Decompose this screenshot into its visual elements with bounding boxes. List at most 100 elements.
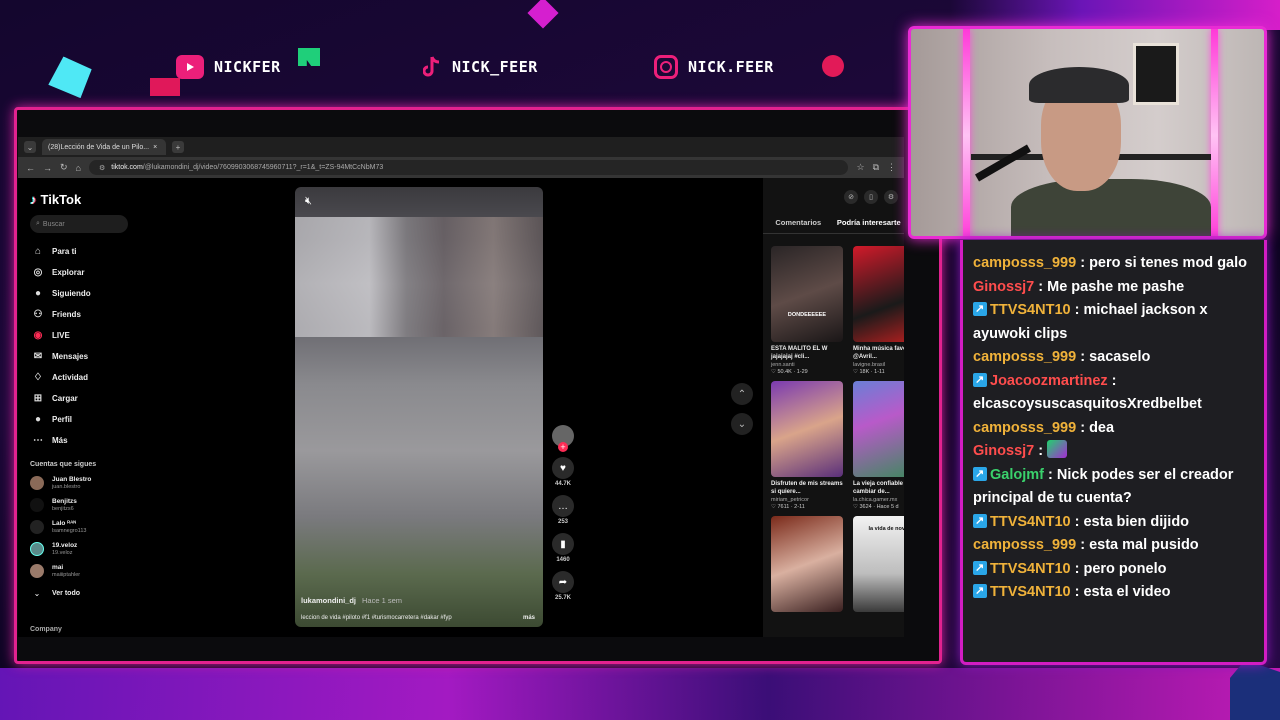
tab-podria-interesarte[interactable]: Podría interesarte — [834, 218, 905, 233]
settings-icon[interactable]: ⚙ — [884, 190, 898, 204]
suggested-video-card[interactable]: La vieja confiable jajaja cambiar de... l… — [853, 381, 904, 510]
menu-item-siguiendo[interactable]: ● Siguiendo — [30, 283, 138, 304]
menu-item-live[interactable]: ◉ LIVE — [30, 325, 138, 346]
bookmark-action[interactable]: ▮ 1460 — [548, 533, 578, 563]
new-tab-button[interactable]: + — [172, 141, 184, 153]
menu-item-actividad[interactable]: ♢ Actividad — [30, 367, 138, 388]
following-account[interactable]: 19.veloz 19.veloz — [30, 538, 138, 560]
chat-message: camposss_999 : dea — [973, 419, 1115, 436]
star-icon[interactable]: ☆ — [856, 162, 864, 173]
social-handle: NICK_FEER — [452, 58, 538, 76]
video-more-link[interactable]: más — [523, 615, 535, 621]
menu-item-cargar[interactable]: ⊞ Cargar — [30, 388, 138, 409]
mute-icon[interactable]: 🔇︎ — [305, 195, 312, 208]
chat-username[interactable]: Joacoozmartinez — [990, 373, 1108, 389]
social-handle: NICKFER — [214, 58, 281, 76]
following-account[interactable]: mai maiiiptahler — [30, 560, 138, 582]
tab-bar: ⌄ (28)Lección de Vida de un Pilo... × + — [18, 137, 904, 157]
chat-message: camposss_999 : esta mal pusido — [973, 537, 1199, 553]
menu-item-para-ti[interactable]: ⌂ Para ti — [30, 241, 138, 262]
menu-item-explorar[interactable]: ◎ Explorar — [30, 262, 138, 283]
card-author: jenn.santi — [771, 362, 795, 368]
tiktok-logo[interactable]: ♪ TikTok — [30, 192, 138, 207]
like-action[interactable]: ♥ 44.7K — [548, 457, 578, 487]
suggested-video-card[interactable]: Disfruten de mis streams si quiere... mir… — [771, 381, 843, 510]
forward-icon[interactable]: → — [43, 163, 52, 173]
following-account[interactable]: Lalo ᴿᴬᴺ lsamnegro113 — [30, 516, 138, 538]
tab-menu-button[interactable]: ⌄ — [24, 141, 36, 153]
pixel-decoration — [822, 55, 844, 77]
suggested-video-card[interactable]: Minha música favorita @Avril... lavigne.b… — [853, 246, 904, 375]
chat-username[interactable]: camposss_999 — [973, 537, 1076, 553]
back-icon[interactable]: ← — [26, 163, 35, 173]
account-handle: benjitzs6 — [52, 505, 74, 512]
extensions-icon[interactable]: ⧉ — [873, 162, 879, 173]
see-all-link[interactable]: ⌄ Ver todo — [30, 582, 138, 604]
url-field[interactable]: ⚙ tiktok.com/@lukamondini_dj/video/76099… — [88, 160, 849, 175]
chat-text: Me pashe me pashe — [1047, 278, 1185, 295]
chat-message: camposss_999 : sacaselo — [973, 349, 1151, 365]
thumbnail-text: DONDEEEEEE — [787, 312, 827, 318]
home-icon[interactable]: ⌂ — [76, 163, 81, 173]
chevron-down-icon: ⌄ — [33, 588, 41, 598]
chat-text: elcascoysuscasquitosXredbelbet — [973, 396, 1202, 412]
menu-label: Explorar — [52, 268, 85, 277]
browser-tab[interactable]: (28)Lección de Vida de un Pilo... × — [42, 139, 166, 155]
chevron-up-icon[interactable]: ⌃ — [731, 383, 753, 405]
menu-item-friends[interactable]: ⚇ Friends — [30, 304, 138, 325]
share-count: 25.7K — [554, 595, 571, 601]
instagram-icon — [654, 55, 678, 79]
video-author[interactable]: lukamondini_dj Hace 1 sem — [301, 596, 402, 605]
menu-label: Friends — [52, 310, 81, 319]
chat-username[interactable]: camposss_999 — [973, 255, 1076, 271]
phone-icon[interactable]: ▯ — [864, 190, 878, 204]
suggested-video-card[interactable] — [771, 516, 843, 612]
menu-icon[interactable]: ⋮ — [887, 162, 896, 173]
site-info-icon[interactable]: ⚙ — [99, 164, 105, 172]
video-age: Hace 1 sem — [362, 596, 403, 605]
video-player[interactable]: 🔇︎ lukamondini_dj Hace 1 sem leccion de v… — [295, 187, 543, 627]
thumbnail-text: la vida de novia — [868, 526, 904, 532]
chat-text: esta mal pusido — [1089, 537, 1199, 553]
url-path: /@lukamondini_dj/video/76099030687459607… — [142, 164, 384, 171]
search-input[interactable]: ⌕ Buscar — [30, 215, 128, 233]
chat-username[interactable]: TTVS4NT10 — [990, 584, 1071, 600]
chat-username[interactable]: camposss_999 — [973, 349, 1076, 365]
reload-icon[interactable]: ↻ — [60, 162, 68, 173]
social-youtube: NICKFER — [176, 54, 281, 80]
chevron-down-icon[interactable]: ⌄ — [731, 413, 753, 435]
chat-username[interactable]: Ginossj7 — [973, 443, 1034, 459]
company-link[interactable]: Company — [30, 626, 62, 633]
suggested-video-card[interactable]: la vida de novia — [853, 516, 904, 612]
menu-item-mas[interactable]: ⋯ Más — [30, 430, 138, 451]
card-author: lavigne.brasil — [853, 362, 886, 368]
chat-username[interactable]: Ginossj7 — [973, 279, 1034, 295]
menu-label: LIVE — [52, 331, 70, 340]
comment-action[interactable]: … 253 — [548, 495, 578, 525]
wall-poster — [1133, 43, 1179, 105]
following-account[interactable]: Benjitzs benjitzs6 — [30, 494, 138, 516]
tab-comentarios[interactable]: Comentarios — [763, 218, 834, 233]
share-action[interactable]: ➦ 25.7K — [548, 571, 578, 601]
chat-username[interactable]: camposss_999 — [973, 420, 1076, 436]
menu-item-perfil[interactable]: ● Perfil — [30, 409, 138, 430]
chat-username[interactable]: TTVS4NT10 — [990, 514, 1071, 530]
following-heading: Cuentas que sigues — [30, 461, 97, 468]
comment-icon: … — [552, 495, 574, 517]
bookmark-count: 1460 — [556, 557, 570, 563]
chat-username[interactable]: TTVS4NT10 — [990, 561, 1071, 577]
home-icon: ⌂ — [34, 246, 42, 257]
chat-username[interactable]: TTVS4NT10 — [990, 302, 1071, 318]
menu-label: Perfil — [52, 415, 73, 424]
video-thumbnail: la vida de novia — [853, 516, 904, 612]
chat-text: esta bien dijido — [1083, 513, 1190, 530]
report-icon[interactable]: ⊘ — [844, 190, 858, 204]
suggested-video-card[interactable]: DONDEEEEEE ESTA MALITO EL W jajajajaj #cl… — [771, 246, 843, 375]
menu-item-mensajes[interactable]: ✉ Mensajes — [30, 346, 138, 367]
account-name: Lalo ᴿᴬᴺ — [52, 520, 77, 528]
author-avatar-follow[interactable] — [552, 425, 574, 452]
chat-username[interactable]: Galojmf — [990, 467, 1044, 483]
neon-floor-decoration — [0, 668, 1280, 720]
close-icon[interactable]: × — [153, 144, 157, 151]
following-account[interactable]: Juan Blestro juan.blestro — [30, 472, 138, 494]
